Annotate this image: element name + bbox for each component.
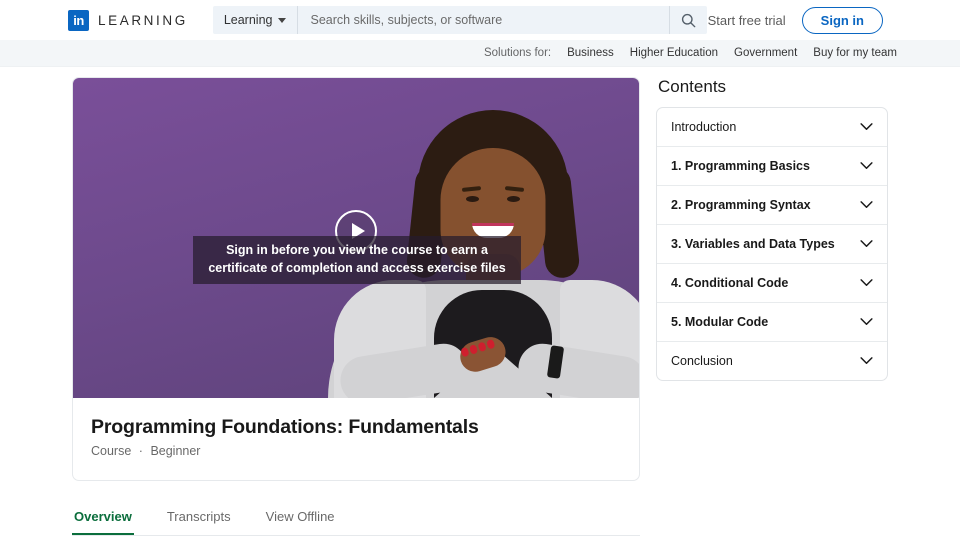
course-meta: Programming Foundations: Fundamentals Co… [73,398,639,480]
tab-transcripts[interactable]: Transcripts [165,509,233,535]
chevron-down-icon [860,318,873,325]
chapter-item-programming-syntax[interactable]: 2. Programming Syntax [657,186,887,225]
video-signin-caption: Sign in before you view the course to ea… [193,236,521,284]
chapter-label: Conclusion [671,354,733,368]
chevron-down-icon [278,17,287,23]
search-scope-label: Learning [223,13,273,27]
course-tabs: Overview Transcripts View Offline [72,509,640,536]
chapter-item-programming-basics[interactable]: 1. Programming Basics [657,147,887,186]
course-type: Course [91,444,132,458]
chapter-item-conditional-code[interactable]: 4. Conditional Code [657,264,887,303]
chapter-item-variables-and-data-types[interactable]: 3. Variables and Data Types [657,225,887,264]
start-free-trial-link[interactable]: Start free trial [708,13,786,28]
solutions-link-higher-education[interactable]: Higher Education [630,47,718,59]
contents-list: Introduction 1. Programming Basics 2. Pr… [656,107,888,381]
learning-wordmark: LEARNING [98,12,188,28]
tab-view-offline[interactable]: View Offline [264,509,337,535]
chevron-down-icon [860,240,873,247]
chapter-label: 5. Modular Code [671,315,769,329]
search-input[interactable] [298,6,670,34]
chevron-down-icon [860,123,873,130]
chapter-label: 4. Conditional Code [671,276,789,290]
chapter-item-conclusion[interactable]: Conclusion [657,342,887,380]
solutions-link-government[interactable]: Government [734,47,797,59]
chevron-down-icon [860,357,873,364]
page-body: Sign in before you view the course to ea… [0,67,960,536]
contents-heading: Contents [658,77,727,96]
video-player[interactable]: Sign in before you view the course to ea… [73,78,639,398]
chevron-down-icon [860,279,873,286]
chevron-down-icon [860,201,873,208]
search-bar: Learning [212,6,708,34]
chapter-item-modular-code[interactable]: 5. Modular Code [657,303,887,342]
course-column: Sign in before you view the course to ea… [72,77,640,536]
chapter-label: 1. Programming Basics [671,159,810,173]
course-subtitle-separator: · [138,444,143,458]
top-navigation-bar: in LEARNING Learning Start free trial Si… [0,0,960,40]
contents-column: Contents Introduction 1. Programming Bas… [656,77,888,381]
course-title: Programming Foundations: Fundamentals [91,416,479,438]
solutions-for-label: Solutions for: [483,47,552,59]
linkedin-logo-icon: in [68,9,89,31]
course-card: Sign in before you view the course to ea… [72,77,640,481]
chevron-down-icon [860,162,873,169]
solutions-link-buy-for-my-team[interactable]: Buy for my team [813,47,897,59]
search-scope-dropdown[interactable]: Learning [213,6,299,34]
search-submit-button[interactable] [669,6,707,34]
solutions-for-bar: Solutions for: Business Higher Education… [0,40,960,67]
search-icon [682,13,696,27]
linkedin-learning-logo[interactable]: in LEARNING [68,9,188,31]
course-level: Beginner [150,444,201,458]
course-subtitle: Course · Beginner [91,444,621,458]
chapter-label: 2. Programming Syntax [671,198,811,212]
header-actions: Start free trial Sign in [708,6,946,34]
sign-in-button[interactable]: Sign in [801,6,883,34]
chapter-label: 3. Variables and Data Types [671,237,835,251]
chapter-item-introduction[interactable]: Introduction [657,108,887,147]
solutions-link-business[interactable]: Business [567,47,614,59]
tab-overview[interactable]: Overview [72,509,134,535]
chapter-label: Introduction [671,120,737,134]
